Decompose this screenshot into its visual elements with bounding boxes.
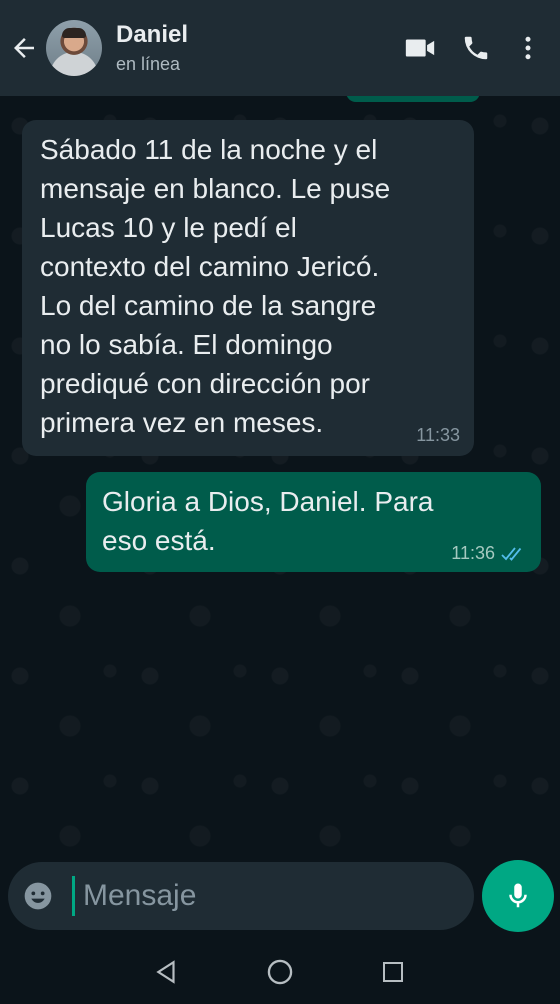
message-composer <box>8 862 474 930</box>
incoming-message[interactable]: Sábado 11 de la noche y el mensaje en bl… <box>22 120 474 456</box>
nav-home-icon <box>267 959 293 985</box>
contact-info[interactable]: Daniel en línea <box>116 20 188 76</box>
nav-back-icon <box>155 960 175 984</box>
emoji-button[interactable] <box>8 862 68 930</box>
video-call-icon <box>405 39 435 57</box>
chat-area[interactable]: Sábado 11 de la noche y el mensaje en bl… <box>0 96 560 860</box>
message-time: 11:36 <box>451 543 495 563</box>
previous-message-edge <box>346 96 480 102</box>
message-text: Sábado 11 de la noche y el mensaje en bl… <box>40 134 391 438</box>
contact-name: Daniel <box>116 21 189 48</box>
contact-status: en línea <box>116 54 181 74</box>
nav-recents-button[interactable] <box>363 942 423 1002</box>
menu-button[interactable] <box>504 20 552 76</box>
video-call-button[interactable] <box>392 20 448 76</box>
message-time: 11:33 <box>416 425 460 445</box>
nav-recents-icon <box>383 962 404 982</box>
chat-header: Daniel en línea <box>0 0 560 96</box>
phone-icon <box>464 36 488 60</box>
arrow-left-icon <box>14 38 34 58</box>
outgoing-message[interactable]: Gloria a Dios, Daniel. Para eso está. 11… <box>86 472 541 572</box>
back-button[interactable] <box>2 0 46 96</box>
nav-home-button[interactable] <box>250 942 310 1002</box>
mic-icon <box>509 883 527 908</box>
message-input[interactable] <box>72 876 474 916</box>
voice-call-button[interactable] <box>448 20 504 76</box>
mic-button[interactable] <box>482 860 554 932</box>
emoji-icon <box>24 882 52 910</box>
system-nav-bar <box>0 940 560 1004</box>
nav-back-button[interactable] <box>137 942 197 1002</box>
read-receipt-icon <box>501 546 522 561</box>
more-vert-icon <box>525 36 531 60</box>
avatar[interactable] <box>46 20 102 76</box>
